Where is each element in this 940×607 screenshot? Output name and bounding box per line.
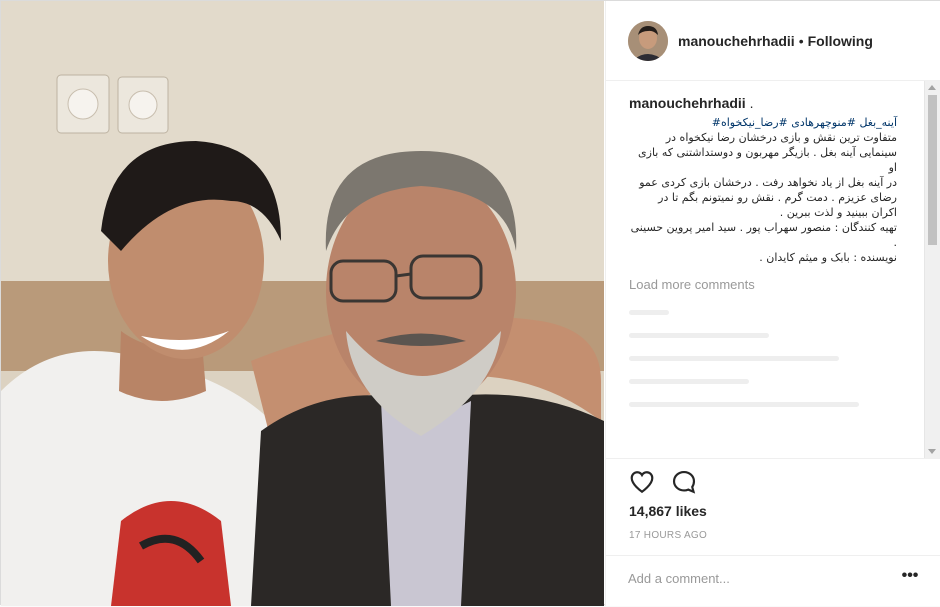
post-header: manouchehrhadii • Following xyxy=(606,1,940,81)
caption-line: سینمایی آینه بغل . بازیگر مهربون و دوستد… xyxy=(638,146,897,174)
post-modal: manouchehrhadii • Following manouchehrha… xyxy=(0,0,940,606)
post-sidebar: manouchehrhadii • Following manouchehrha… xyxy=(605,1,940,606)
post-timestamp[interactable]: 17 HOURS AGO xyxy=(629,530,707,541)
photo-illustration xyxy=(1,1,604,606)
caption-line: . xyxy=(893,236,898,249)
caption-line: متفاوت ترین نقش و بازی درخشان رضا نیکخوا… xyxy=(665,131,897,144)
scroll-down-arrow-icon[interactable] xyxy=(928,449,936,454)
caption-line: رضای عزیزم . دمت گرم . نقش رو نمیتونم بگ… xyxy=(658,191,897,204)
header-username[interactable]: manouchehrhadii xyxy=(678,33,795,49)
post-photo[interactable] xyxy=(1,1,604,606)
avatar[interactable] xyxy=(628,20,668,61)
caption-hashtags[interactable]: آینه_بغل #منوچهرهادی #رضا_نیکخواه# xyxy=(629,115,897,130)
header-separator: • xyxy=(798,32,804,49)
action-icons xyxy=(629,469,697,495)
caption-line: اکران ببینید و لذت ببرین . xyxy=(779,206,897,219)
likes-count[interactable]: 14,867 likes xyxy=(629,503,707,519)
heart-icon[interactable] xyxy=(629,469,655,495)
caption-line: تهیه کنندگان : منصور سهراب پور . سید امی… xyxy=(630,221,897,234)
comments-area: manouchehrhadii . آینه_بغل #منوچهرهادی #… xyxy=(606,81,932,458)
scroll-up-arrow-icon[interactable] xyxy=(928,85,936,90)
more-options-button[interactable]: ••• xyxy=(901,568,919,587)
comments-scrollbar[interactable] xyxy=(924,81,940,458)
following-button[interactable]: Following xyxy=(808,33,873,49)
speech-bubble-icon[interactable] xyxy=(671,469,697,495)
hidden-comments-placeholder xyxy=(629,310,932,407)
add-comment-input[interactable] xyxy=(628,568,878,588)
caption-line: در آینه بغل از یاد نخواهد رفت . درخشان ب… xyxy=(639,176,897,189)
add-comment-bar: ••• xyxy=(606,555,940,607)
load-more-comments-link[interactable]: Load more comments xyxy=(629,277,932,292)
scrollbar-thumb[interactable] xyxy=(928,95,937,245)
avatar-image xyxy=(628,20,668,61)
post-actions: 14,867 likes 17 HOURS AGO ••• xyxy=(606,458,940,606)
caption-username[interactable]: manouchehrhadii xyxy=(629,95,746,111)
caption-line: نویسنده : بابک و میثم کایدان . xyxy=(759,251,897,264)
caption-text: متفاوت ترین نقش و بازی درخشان رضا نیکخوا… xyxy=(629,130,897,265)
caption-username-suffix: . xyxy=(745,95,754,111)
